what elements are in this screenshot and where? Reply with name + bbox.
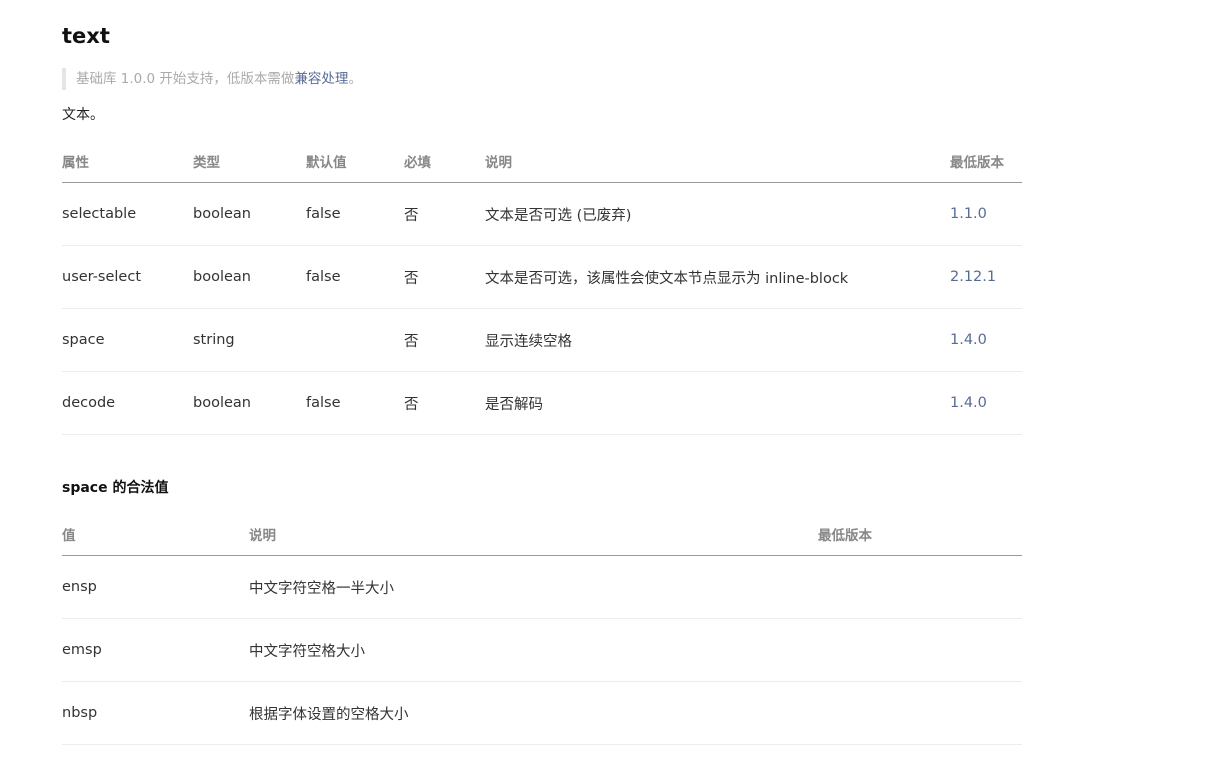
- cell-min-version: [818, 681, 1022, 745]
- cell-min-version: 2.12.1: [950, 245, 1022, 309]
- cell-min-version: 1.4.0: [950, 371, 1022, 435]
- cell-attribute: decode: [62, 371, 193, 435]
- table-row: space string 否 显示连续空格 1.4.0: [62, 308, 1022, 372]
- table-row: decode boolean false 否 是否解码 1.4.0: [62, 371, 1022, 435]
- cell-min-version: [818, 555, 1022, 619]
- header-min-version: 最低版本: [818, 512, 1022, 556]
- cell-value: ensp: [62, 555, 249, 619]
- cell-description: 文本是否可选 (已废弃): [485, 182, 950, 246]
- table-header-row: 值 说明 最低版本: [62, 512, 1022, 556]
- header-description: 说明: [249, 512, 818, 556]
- header-value: 值: [62, 512, 249, 556]
- cell-required: 否: [404, 182, 485, 246]
- cell-type: string: [193, 308, 306, 372]
- cell-required: 否: [404, 245, 485, 309]
- header-default: 默认值: [306, 139, 404, 183]
- cell-attribute: selectable: [62, 182, 193, 246]
- cell-description: 是否解码: [485, 371, 950, 435]
- cell-description: 中文字符空格大小: [249, 618, 818, 682]
- page-title: text: [62, 24, 110, 48]
- header-min-version: 最低版本: [950, 139, 1022, 183]
- cell-type: boolean: [193, 245, 306, 309]
- cell-description: 文本是否可选，该属性会使文本节点显示为 inline-block: [485, 245, 950, 309]
- attribute-table: 属性 类型 默认值 必填 说明 最低版本 selectable boolean …: [62, 139, 1022, 435]
- cell-attribute: space: [62, 308, 193, 372]
- compat-link[interactable]: 兼容处理: [294, 71, 348, 87]
- header-attribute: 属性: [62, 139, 193, 183]
- cell-default: [306, 308, 404, 372]
- cell-value: emsp: [62, 618, 249, 682]
- cell-default: false: [306, 245, 404, 309]
- cell-description: 显示连续空格: [485, 308, 950, 372]
- table-row: selectable boolean false 否 文本是否可选 (已废弃) …: [62, 182, 1022, 246]
- cell-required: 否: [404, 308, 485, 372]
- cell-value: nbsp: [62, 681, 249, 745]
- cell-type: boolean: [193, 371, 306, 435]
- header-required: 必填: [404, 139, 485, 183]
- cell-type: boolean: [193, 182, 306, 246]
- space-values-heading: space 的合法值: [62, 480, 169, 496]
- space-values-table: 值 说明 最低版本 ensp 中文字符空格一半大小 emsp 中文字符空格大小 …: [62, 512, 1022, 745]
- cell-default: false: [306, 182, 404, 246]
- table-row: emsp 中文字符空格大小: [62, 618, 1022, 682]
- header-description: 说明: [485, 139, 950, 183]
- compat-note-prefix: 基础库 1.0.0 开始支持，低版本需做: [76, 71, 295, 87]
- cell-attribute: user-select: [62, 245, 193, 309]
- cell-required: 否: [404, 371, 485, 435]
- cell-min-version: [818, 618, 1022, 682]
- header-type: 类型: [193, 139, 306, 183]
- table-header-row: 属性 类型 默认值 必填 说明 最低版本: [62, 139, 1022, 183]
- table-row: ensp 中文字符空格一半大小: [62, 555, 1022, 619]
- table-row: user-select boolean false 否 文本是否可选，该属性会使…: [62, 245, 1022, 309]
- cell-description: 根据字体设置的空格大小: [249, 681, 818, 745]
- component-description: 文本。: [62, 107, 104, 123]
- cell-min-version: 1.4.0: [950, 308, 1022, 372]
- cell-description: 中文字符空格一半大小: [249, 555, 818, 619]
- compat-note: 基础库 1.0.0 开始支持，低版本需做兼容处理。: [62, 68, 362, 90]
- cell-default: false: [306, 371, 404, 435]
- compat-note-suffix: 。: [348, 71, 362, 87]
- cell-min-version: 1.1.0: [950, 182, 1022, 246]
- table-row: nbsp 根据字体设置的空格大小: [62, 681, 1022, 745]
